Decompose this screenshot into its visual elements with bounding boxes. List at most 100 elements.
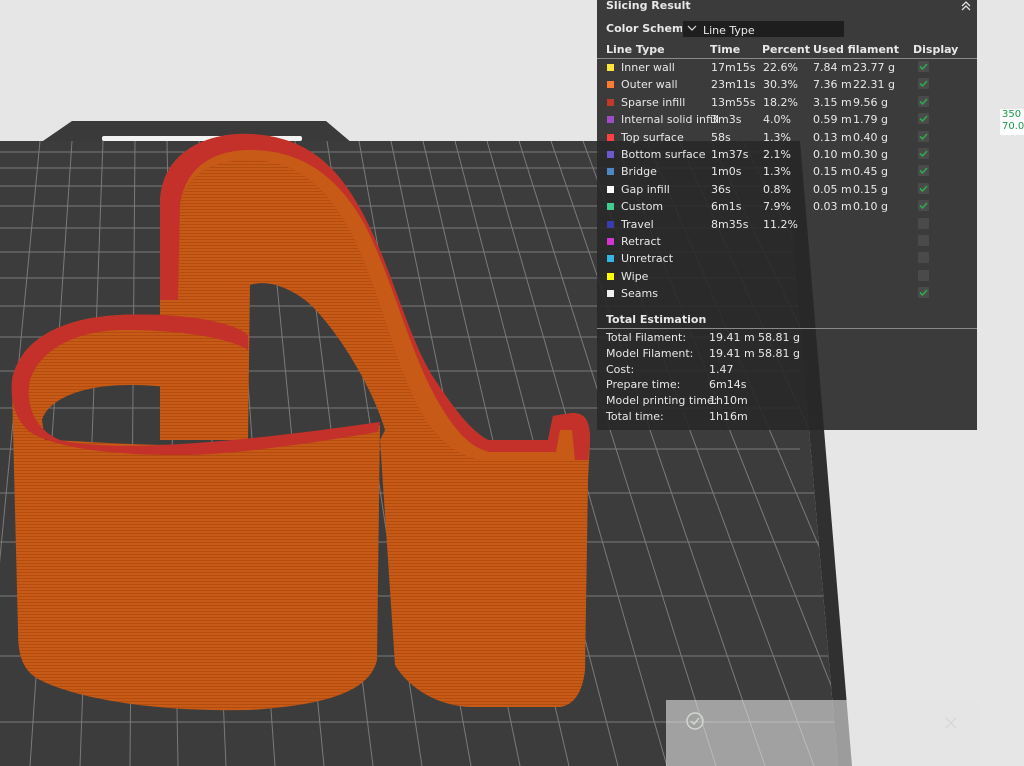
line-type-time: 8m35s xyxy=(711,217,749,231)
checkmark-icon xyxy=(919,80,928,88)
line-type-time: 1m37s xyxy=(711,148,749,161)
line-type-name: Internal solid infill xyxy=(621,113,720,127)
panel-header: Slicing Result xyxy=(597,0,977,14)
estimation-label: Model Filament: xyxy=(606,346,694,360)
line-type-row: Sparse infill 13m55s 18.2% 3.15 m 9.56 g xyxy=(597,94,977,111)
color-swatch xyxy=(607,185,614,193)
close-icon[interactable] xyxy=(944,716,958,730)
line-type-name: Sparse infill xyxy=(621,95,686,109)
line-type-name: Travel xyxy=(621,217,654,231)
display-checkbox[interactable] xyxy=(918,78,929,90)
line-type-time: 23m11s xyxy=(711,78,756,92)
line-type-name: Top surface xyxy=(621,130,684,144)
estimation-row: Prepare time: 6m14s xyxy=(606,378,746,394)
line-type-row: Wipe xyxy=(597,268,977,285)
estimation-value-secondary: 58.81 g xyxy=(758,346,800,360)
line-type-name: Retract xyxy=(621,235,661,248)
display-checkbox[interactable] xyxy=(918,252,929,264)
checkmark-icon xyxy=(919,289,928,297)
estimation-label: Prepare time: xyxy=(606,378,681,392)
line-type-length: 0.59 m xyxy=(813,113,852,127)
line-type-row: Unretract xyxy=(597,250,977,267)
line-type-time: 3m3s xyxy=(711,113,742,127)
line-type-percent: 1.3% xyxy=(763,130,791,144)
estimation-row: Total Filament: 19.41 m 58.81 g xyxy=(606,331,800,347)
display-checkbox[interactable] xyxy=(918,113,929,125)
line-type-length: 0.15 m xyxy=(813,165,852,179)
color-swatch xyxy=(607,64,614,71)
color-swatch xyxy=(607,203,614,211)
column-header-time: Time xyxy=(710,43,741,56)
line-type-length: 0.10 m xyxy=(813,148,852,161)
color-swatch xyxy=(607,116,614,124)
display-checkbox[interactable] xyxy=(918,95,929,107)
line-type-name: Wipe xyxy=(621,269,649,283)
display-checkbox[interactable] xyxy=(918,217,929,229)
color-scheme-dropdown[interactable]: Line Type xyxy=(682,20,845,38)
line-type-weight: 1.79 g xyxy=(853,113,888,127)
line-type-weight: 0.40 g xyxy=(853,130,888,144)
display-checkbox[interactable] xyxy=(918,235,929,246)
color-swatch xyxy=(607,272,614,280)
display-checkbox[interactable] xyxy=(918,182,929,194)
checkmark-icon xyxy=(919,167,928,175)
checkmark-icon xyxy=(919,150,928,158)
estimation-value: 1h16m xyxy=(709,410,748,423)
color-swatch xyxy=(607,98,614,106)
line-type-time: 58s xyxy=(711,130,731,144)
checkmark-icon xyxy=(919,98,928,105)
color-scheme-label: Color Scheme xyxy=(606,22,691,35)
line-type-weight: 23.77 g xyxy=(853,61,895,74)
check-circle-icon xyxy=(686,712,704,730)
line-type-time: 17m15s xyxy=(711,61,756,74)
line-type-weight: 0.10 g xyxy=(853,200,888,214)
line-type-name: Custom xyxy=(621,200,664,214)
line-type-weight: 22.31 g xyxy=(853,78,895,92)
color-swatch xyxy=(607,238,614,245)
total-estimation-title: Total Estimation xyxy=(606,313,707,326)
line-type-length: 3.15 m xyxy=(813,95,852,109)
line-type-length: 0.13 m xyxy=(813,130,852,144)
line-type-percent: 2.1% xyxy=(763,148,791,161)
line-type-weight: 0.15 g xyxy=(853,182,888,196)
line-type-percent: 11.2% xyxy=(763,217,798,231)
checkmark-icon xyxy=(919,115,928,123)
line-type-percent: 0.8% xyxy=(763,182,791,196)
checkmark-icon xyxy=(919,185,928,192)
line-type-name: Outer wall xyxy=(621,78,678,92)
checkmark-icon xyxy=(919,133,928,140)
display-checkbox[interactable] xyxy=(918,61,929,72)
estimation-value-secondary: 58.81 g xyxy=(758,331,800,344)
coord-line-2: 70.0 xyxy=(1002,121,1024,132)
line-type-percent: 30.3% xyxy=(763,78,798,92)
line-type-name: Inner wall xyxy=(621,61,675,74)
display-checkbox[interactable] xyxy=(918,269,929,281)
color-swatch xyxy=(607,81,614,89)
display-checkbox[interactable] xyxy=(918,130,929,142)
color-swatch xyxy=(607,255,614,263)
line-type-row: Bridge 1m0s 1.3% 0.15 m 0.45 g xyxy=(597,163,977,180)
line-type-row: Seams xyxy=(597,285,977,302)
line-type-weight: 9.56 g xyxy=(853,95,888,109)
estimation-value: 1h10m xyxy=(709,394,748,408)
estimation-label: Cost: xyxy=(606,362,635,376)
slicing-result-panel: Slicing Result Color Scheme Line Type Li… xyxy=(597,0,977,430)
display-checkbox[interactable] xyxy=(918,200,929,212)
collapse-chevron-icon[interactable] xyxy=(959,0,973,12)
column-header-used-filament: Used filament xyxy=(813,43,900,56)
line-type-percent: 7.9% xyxy=(763,200,791,214)
chevron-down-icon xyxy=(687,25,697,31)
color-swatch xyxy=(607,151,614,158)
estimation-row: Model Filament: 19.41 m 58.81 g xyxy=(606,346,800,363)
line-type-percent: 4.0% xyxy=(763,113,791,127)
display-checkbox[interactable] xyxy=(918,148,929,159)
line-type-name: Bridge xyxy=(621,165,657,179)
line-type-row: Internal solid infill 3m3s 4.0% 0.59 m 1.79 … xyxy=(597,111,977,128)
estimation-label: Total time: xyxy=(606,410,664,423)
display-checkbox[interactable] xyxy=(918,165,929,177)
estimation-value: 19.41 m xyxy=(709,346,755,360)
display-checkbox[interactable] xyxy=(918,287,929,299)
column-header-line-type: Line Type xyxy=(606,43,665,56)
line-type-percent: 18.2% xyxy=(763,95,798,109)
line-type-time: 6m1s xyxy=(711,200,742,214)
